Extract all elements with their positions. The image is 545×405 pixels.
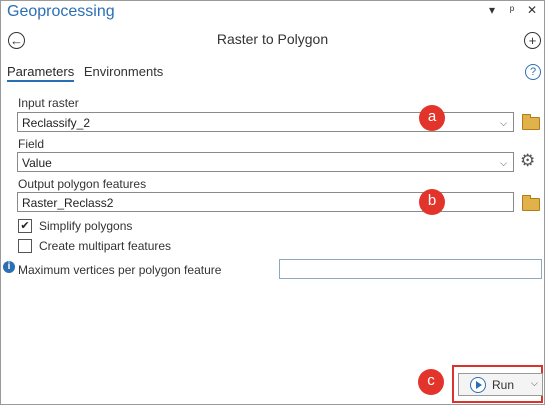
run-options-chevron-icon[interactable]: ⌵ [531,378,538,389]
multipart-features-label: Create multipart features [39,239,172,253]
input-raster-value: Reclassify_2 [22,116,91,130]
simplify-polygons-label: Simplify polygons [39,219,133,233]
annotation-badge-c: c [418,369,444,395]
gear-icon[interactable]: ⚙ [520,151,535,171]
pane-titlebar: Geoprocessing ▾ ᵖ ✕ [1,1,544,25]
folder-browse-icon[interactable] [522,195,540,211]
info-icon[interactable]: i [3,261,15,273]
output-features-label: Output polygon features [18,177,147,191]
chevron-down-icon[interactable]: ⌵ [500,113,507,133]
pin-icon[interactable]: ᵖ [506,3,518,17]
add-circle-icon[interactable]: + [524,32,541,49]
tab-bar: Parameters Environments [7,64,169,82]
simplify-polygons-option[interactable]: ✔ Simplify polygons [18,219,132,233]
pane-controls: ▾ ᵖ ✕ [486,3,538,17]
tab-parameters[interactable]: Parameters [7,64,75,82]
multipart-features-checkbox[interactable] [18,239,32,253]
close-icon[interactable]: ✕ [526,3,538,17]
pane-title: Geoprocessing [7,3,115,20]
tab-environments[interactable]: Environments [84,64,163,79]
simplify-polygons-checkbox[interactable]: ✔ [18,219,32,233]
options-menu-icon[interactable]: ▾ [486,3,498,17]
max-vertices-input[interactable] [279,259,542,279]
geoprocessing-pane: Geoprocessing ▾ ᵖ ✕ ← Raster to Polygon … [0,0,545,405]
tool-title: Raster to Polygon [216,31,329,47]
input-raster-label: Input raster [18,96,79,110]
output-features-value: Raster_Reclass2 [22,196,114,210]
run-label: Run [492,378,515,392]
multipart-features-option[interactable]: Create multipart features [18,239,171,253]
run-button[interactable]: Run ⌵ [458,373,543,396]
chevron-down-icon[interactable]: ⌵ [500,153,507,173]
tool-header: ← Raster to Polygon + [1,27,544,53]
field-label: Field [18,137,45,151]
max-vertices-label: Maximum vertices per polygon feature [18,263,222,277]
play-icon [470,377,486,393]
annotation-badge-a: a [419,105,445,131]
field-value: Value [22,156,52,170]
folder-browse-icon[interactable] [522,114,540,130]
help-icon[interactable]: ? [525,64,541,80]
field-select[interactable]: Value ⌵ [17,152,514,172]
annotation-badge-b: b [419,189,445,215]
